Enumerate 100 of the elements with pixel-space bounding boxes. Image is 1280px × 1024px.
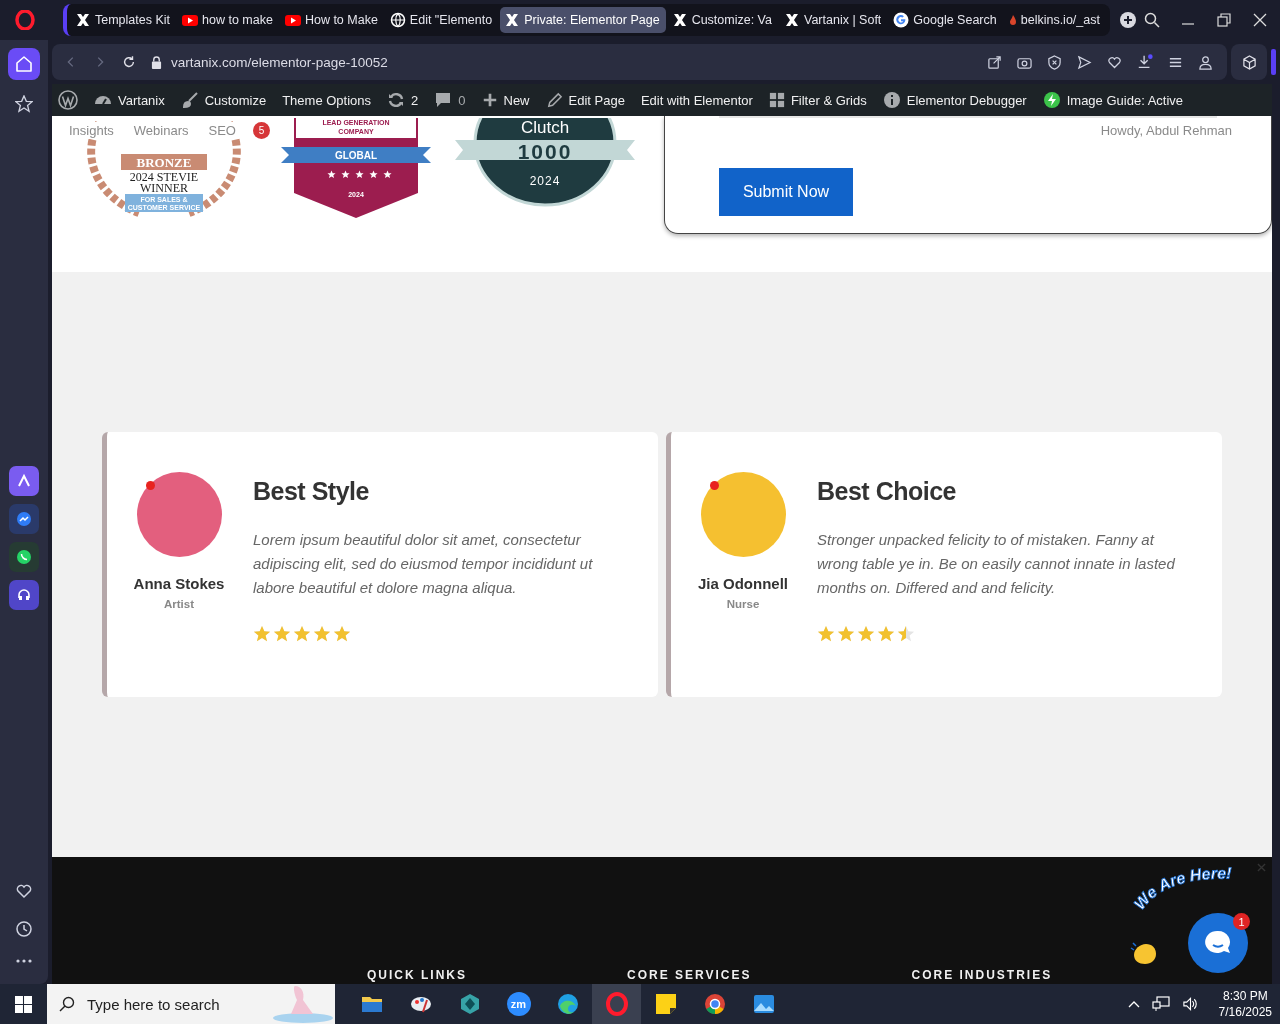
cube-icon <box>1241 54 1257 70</box>
toolbar-item[interactable]: Vartanix <box>94 91 165 109</box>
browser-tab[interactable]: Templates Kit <box>71 7 177 33</box>
marker-dot-icon <box>145 481 155 490</box>
browser-tab[interactable]: how to make <box>178 7 279 33</box>
reload-icon[interactable] <box>122 55 136 69</box>
panel-indicator-bar <box>1271 49 1276 75</box>
shield-icon[interactable] <box>1047 54 1062 70</box>
unread-count: 1 <box>1233 913 1250 930</box>
chat-tagline: We Are Here! <box>1120 857 1246 913</box>
bolt-icon <box>1042 91 1061 109</box>
grid-icon <box>768 92 785 108</box>
star-icon <box>877 625 895 643</box>
share-icon[interactable] <box>987 54 1002 70</box>
volume-icon[interactable] <box>1181 996 1199 1012</box>
toolbar-item[interactable]: 0 <box>434 91 466 109</box>
clock-icon[interactable] <box>15 920 33 938</box>
person-name: Anna Stokes <box>133 575 225 592</box>
headphones-icon[interactable] <box>9 580 39 610</box>
footer-heading: CORE SERVICES <box>627 968 752 982</box>
network-icon[interactable] <box>1151 996 1170 1012</box>
star-icon <box>817 625 835 643</box>
caret-icon[interactable] <box>1127 1000 1140 1008</box>
testimonial-text: Lorem ipsum beautiful dolor sit amet, consectetur adipiscing elit, sed do eiusmod tempor incididunt ut labore beautiful et dolore magna aliqua. <box>253 530 594 598</box>
photos-icon <box>751 992 776 1016</box>
clock-time[interactable]: 8:30 PM <box>1222 989 1268 1003</box>
toolbar-item[interactable]: New <box>481 92 530 108</box>
sidebar-button[interactable] <box>8 48 40 80</box>
wave-logo-icon <box>555 992 580 1016</box>
browser-tab[interactable]: Private: Elementor Page <box>500 7 666 33</box>
x-logo-icon <box>671 12 688 28</box>
video-play-icon <box>284 12 301 28</box>
comment-icon <box>434 91 453 109</box>
new-tab-icon[interactable] <box>1119 12 1136 28</box>
x-logo-icon <box>784 12 800 28</box>
clock-date[interactable]: 7/16/2025 <box>1218 1005 1272 1019</box>
browser-tab[interactable]: How to Make <box>280 7 384 33</box>
refresh-icon <box>387 91 406 109</box>
footer-heading: QUICK LINKS <box>367 968 467 982</box>
profile-icon[interactable] <box>1198 54 1213 70</box>
heart-icon[interactable] <box>1107 54 1122 70</box>
star-icon <box>15 95 33 113</box>
toolbar-item[interactable]: 2 <box>387 91 419 109</box>
browser-tab[interactable]: belkins.io/_ast <box>1004 7 1106 33</box>
star-icon <box>897 625 915 643</box>
extensions-button[interactable] <box>1231 44 1267 80</box>
messenger-icon[interactable] <box>9 504 39 534</box>
testimonial-title: Best Style <box>253 477 370 506</box>
whatsapp-icon[interactable] <box>9 542 39 572</box>
chat-button[interactable] <box>1188 913 1248 973</box>
home-icon <box>15 55 33 73</box>
app-shortcut-icon[interactable] <box>9 466 39 496</box>
zoom-app-label: zm <box>506 992 531 1016</box>
restore-icon[interactable] <box>1216 12 1232 28</box>
star-icon <box>333 625 351 643</box>
send-icon[interactable] <box>1077 54 1092 70</box>
footer-heading: CORE INDUSTRIES <box>911 968 1053 982</box>
toolbar-item[interactable]: Theme Options <box>282 92 372 108</box>
star-icon <box>837 625 855 643</box>
browser-tab[interactable]: Customize: Va <box>667 7 778 33</box>
sticky-note-icon <box>653 992 678 1016</box>
search-icon <box>59 996 75 1012</box>
info-icon <box>882 91 901 109</box>
testimonial-title: Best Choice <box>817 477 957 506</box>
toolbar-item[interactable]: Edit with Elementor <box>640 92 753 108</box>
search-field[interactable]: Type here to search <box>47 984 335 1024</box>
url-text[interactable]: vartanix.com/elementor-page-10052 <box>171 54 388 70</box>
google-g-icon <box>893 12 910 28</box>
toolbar-item[interactable]: Edit Page <box>545 91 625 109</box>
x-logo-icon <box>75 12 91 28</box>
more-icon[interactable] <box>15 958 33 964</box>
search-icon[interactable] <box>1144 12 1160 28</box>
marker-dot-icon <box>709 481 719 490</box>
lock-icon <box>151 55 162 69</box>
toolbar-item[interactable]: Image Guide: Active <box>1042 91 1184 109</box>
opera-logo-icon[interactable] <box>15 10 35 30</box>
browser-tab[interactable]: Google Search <box>889 7 1003 33</box>
browser-tab[interactable]: Edit "Elemento <box>385 7 499 33</box>
download-icon[interactable] <box>1137 54 1153 70</box>
person-role: Nurse <box>726 598 760 610</box>
windows-start-icon[interactable] <box>15 995 32 1013</box>
wordpress-logo-icon[interactable] <box>58 90 78 110</box>
x-logo-icon <box>504 12 521 28</box>
chrome-logo-icon <box>702 992 727 1016</box>
toolbar-item[interactable]: Customize <box>180 91 267 109</box>
toolbar-item[interactable]: Filter & Grids <box>768 92 867 108</box>
notification-count: 5 <box>252 122 270 139</box>
person-role: Artist <box>164 598 194 610</box>
address-bar[interactable]: vartanix.com/elementor-page-10052 <box>52 44 1227 80</box>
toolbar-item[interactable]: Elementor Debugger <box>882 91 1027 109</box>
star-icon <box>293 625 311 643</box>
pencil-icon <box>545 91 563 109</box>
plus-icon <box>481 92 498 108</box>
globe-icon <box>389 12 406 28</box>
heart-icon[interactable] <box>15 882 33 900</box>
submit-button[interactable]: Submit Now <box>719 168 853 216</box>
person-name: Jia Odonnell <box>698 575 788 592</box>
browser-tab[interactable]: Vartanix | Soft <box>780 7 888 33</box>
star-icon <box>857 625 875 643</box>
opera-logo-icon <box>604 992 629 1016</box>
